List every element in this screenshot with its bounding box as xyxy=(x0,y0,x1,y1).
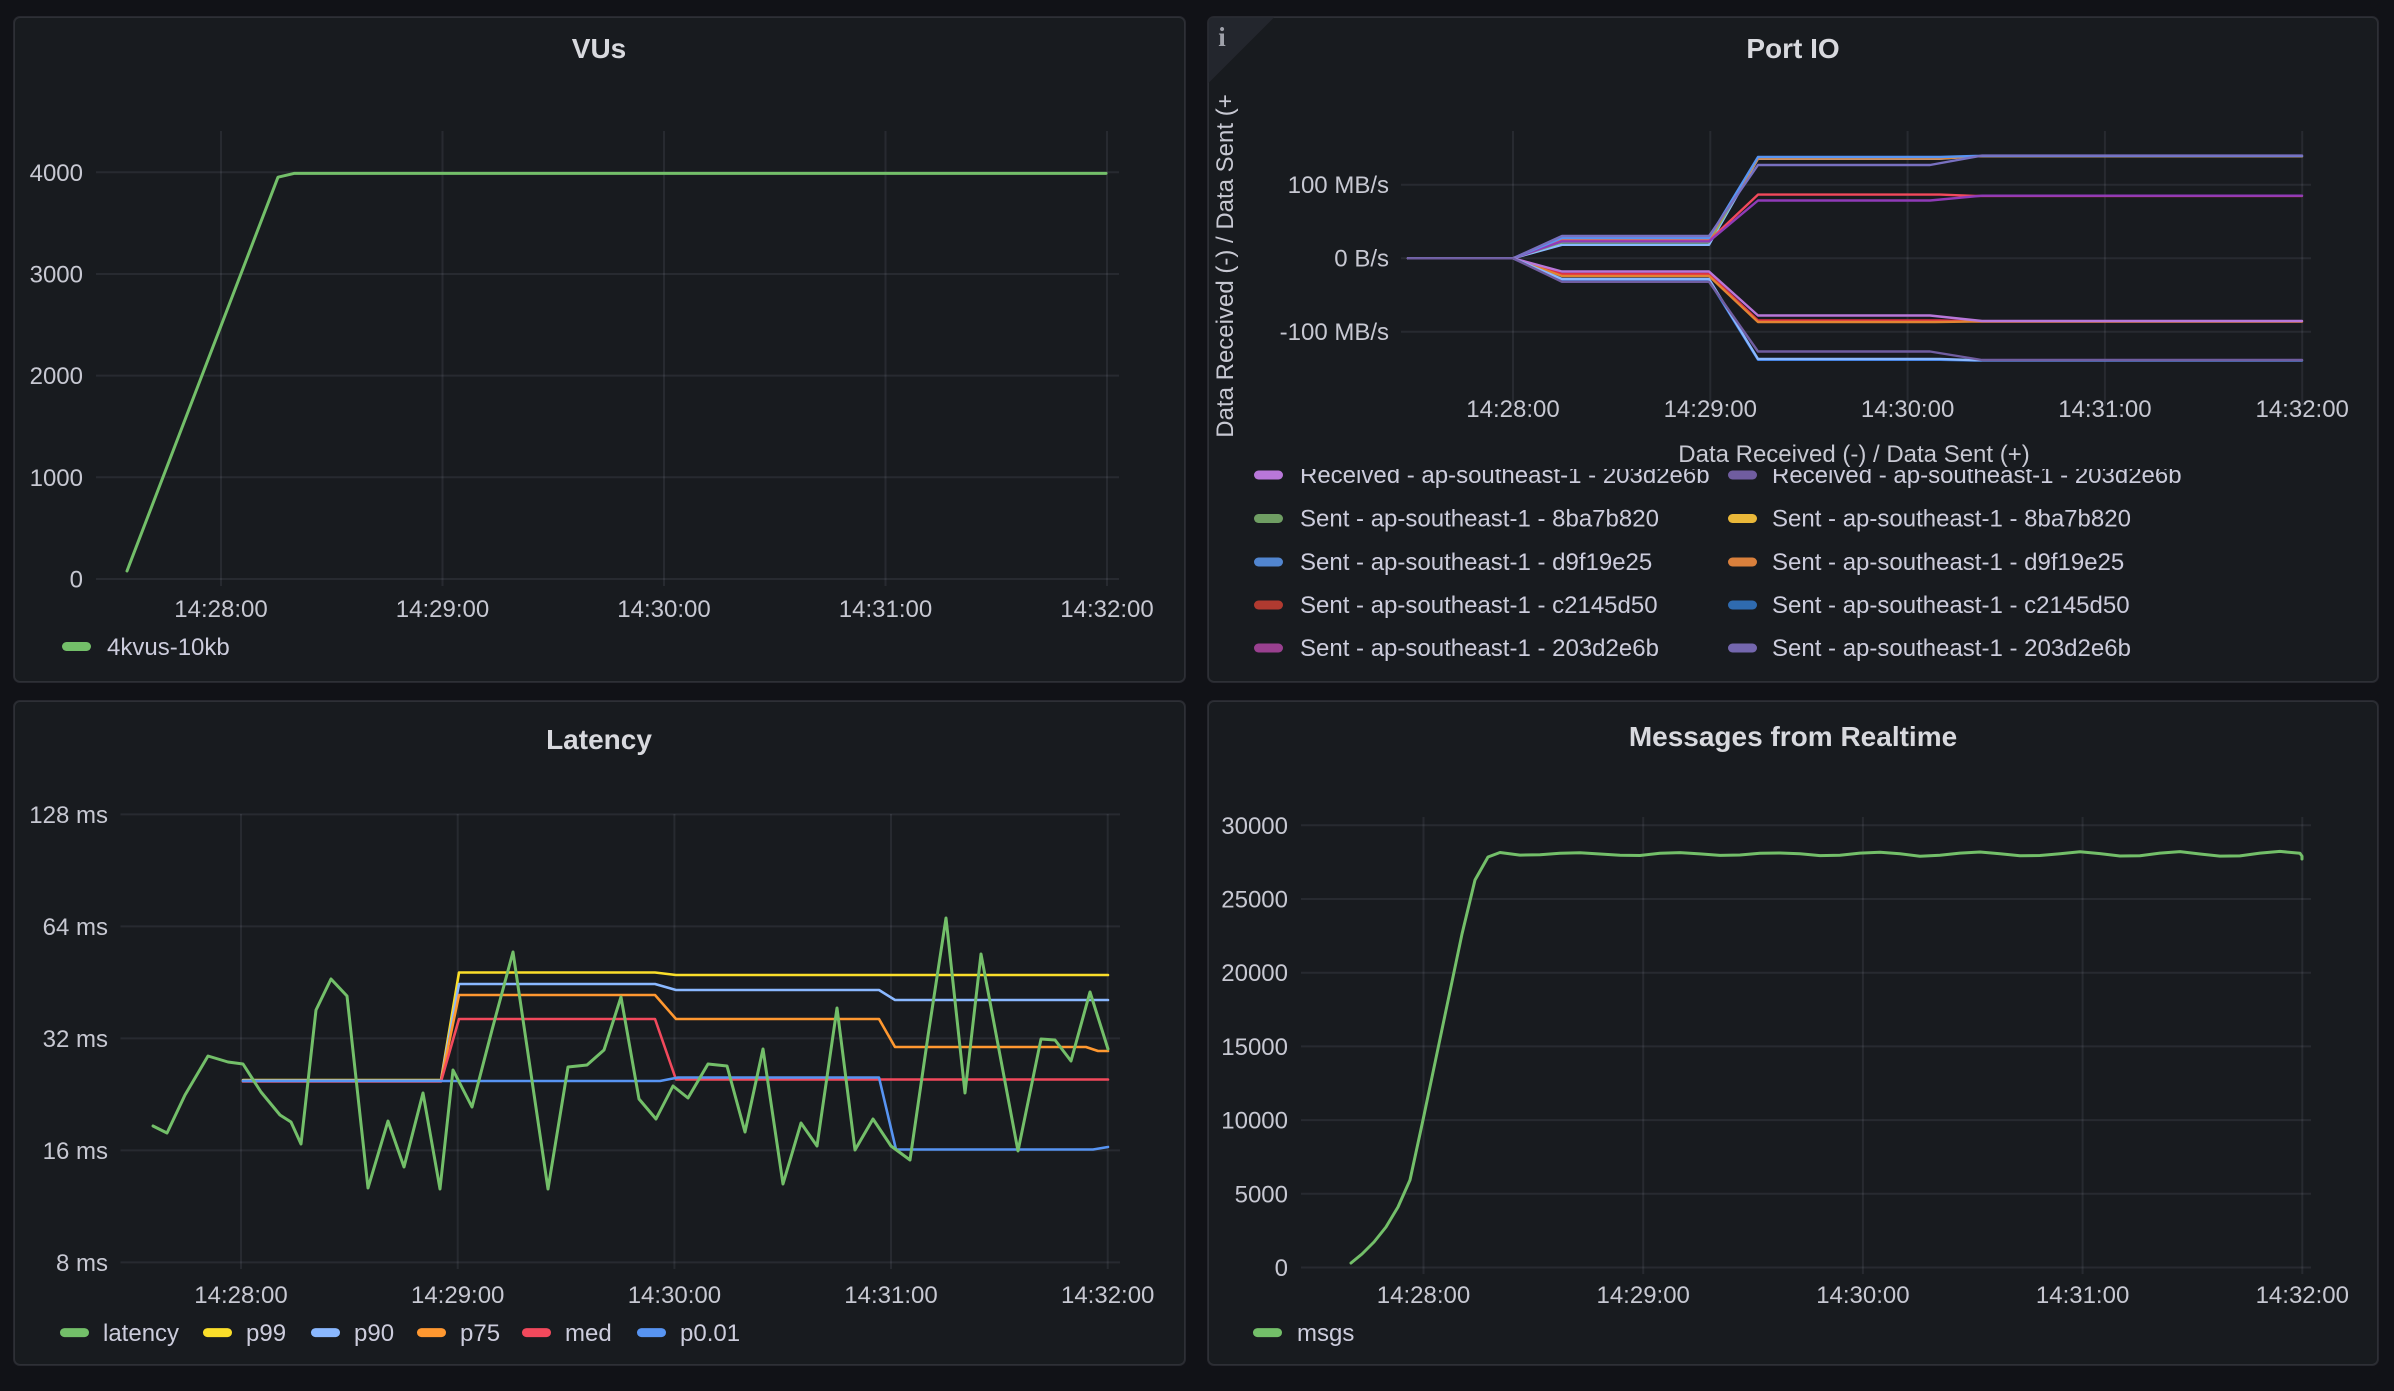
svg-text:14:28:00: 14:28:00 xyxy=(194,1282,287,1309)
svg-text:0: 0 xyxy=(70,567,83,594)
svg-text:Sent - ap-southeast-1 - 8ba7b8: Sent - ap-southeast-1 - 8ba7b820 xyxy=(1300,506,1659,533)
svg-text:Latency: Latency xyxy=(546,724,652,755)
svg-text:Sent - ap-southeast-1 - 203d2e: Sent - ap-southeast-1 - 203d2e6b xyxy=(1300,635,1659,662)
svg-text:14:30:00: 14:30:00 xyxy=(628,1282,721,1309)
svg-text:i: i xyxy=(1218,22,1226,52)
svg-text:14:32:00: 14:32:00 xyxy=(2255,396,2348,423)
svg-text:Data Received (-) / Data Sent: Data Received (-) / Data Sent (+ xyxy=(1212,94,1239,437)
svg-text:64 ms: 64 ms xyxy=(43,914,108,941)
svg-text:14:31:00: 14:31:00 xyxy=(2036,1282,2129,1309)
svg-text:14:28:00: 14:28:00 xyxy=(1466,396,1559,423)
svg-text:Data Received (-) / Data Sent: Data Received (-) / Data Sent (+) xyxy=(1678,441,2029,468)
svg-text:16 ms: 16 ms xyxy=(43,1138,108,1165)
svg-text:14:30:00: 14:30:00 xyxy=(1861,396,1954,423)
svg-text:14:29:00: 14:29:00 xyxy=(396,596,489,623)
svg-text:p0.01: p0.01 xyxy=(680,1320,740,1347)
svg-text:100 MB/s: 100 MB/s xyxy=(1288,172,1389,199)
svg-text:20000: 20000 xyxy=(1221,960,1288,987)
svg-text:15000: 15000 xyxy=(1221,1034,1288,1061)
svg-text:Sent - ap-southeast-1 - 203d2e: Sent - ap-southeast-1 - 203d2e6b xyxy=(1772,635,2131,662)
svg-text:VUs: VUs xyxy=(572,33,626,64)
svg-text:14:29:00: 14:29:00 xyxy=(1596,1282,1689,1309)
svg-text:p99: p99 xyxy=(246,1320,286,1347)
svg-text:14:31:00: 14:31:00 xyxy=(844,1282,937,1309)
svg-text:p90: p90 xyxy=(354,1320,394,1347)
svg-text:10000: 10000 xyxy=(1221,1108,1288,1135)
svg-text:1000: 1000 xyxy=(30,465,83,492)
svg-text:-100 MB/s: -100 MB/s xyxy=(1280,319,1389,346)
svg-text:14:31:00: 14:31:00 xyxy=(2058,396,2151,423)
svg-text:14:31:00: 14:31:00 xyxy=(839,596,932,623)
svg-text:14:30:00: 14:30:00 xyxy=(1816,1282,1909,1309)
svg-text:32 ms: 32 ms xyxy=(43,1026,108,1053)
svg-text:Messages from Realtime: Messages from Realtime xyxy=(1629,721,1957,752)
svg-text:8 ms: 8 ms xyxy=(56,1250,108,1277)
svg-text:msgs: msgs xyxy=(1297,1320,1354,1347)
svg-text:med: med xyxy=(565,1320,612,1347)
svg-text:14:28:00: 14:28:00 xyxy=(1377,1282,1470,1309)
svg-text:4kvus-10kb: 4kvus-10kb xyxy=(107,634,230,661)
svg-text:0: 0 xyxy=(1275,1255,1288,1282)
svg-text:25000: 25000 xyxy=(1221,887,1288,914)
svg-text:Sent - ap-southeast-1 - d9f19e: Sent - ap-southeast-1 - d9f19e25 xyxy=(1772,549,2124,576)
svg-text:30000: 30000 xyxy=(1221,813,1288,840)
svg-text:14:30:00: 14:30:00 xyxy=(617,596,710,623)
svg-text:latency: latency xyxy=(103,1320,179,1347)
svg-text:3000: 3000 xyxy=(30,262,83,289)
svg-text:0 B/s: 0 B/s xyxy=(1334,246,1389,273)
svg-text:14:29:00: 14:29:00 xyxy=(411,1282,504,1309)
svg-text:14:29:00: 14:29:00 xyxy=(1664,396,1757,423)
svg-text:Sent - ap-southeast-1 - c2145d: Sent - ap-southeast-1 - c2145d50 xyxy=(1300,592,1658,619)
svg-text:128 ms: 128 ms xyxy=(29,802,108,829)
svg-text:Port IO: Port IO xyxy=(1746,33,1839,64)
svg-text:Sent - ap-southeast-1 - d9f19e: Sent - ap-southeast-1 - d9f19e25 xyxy=(1300,549,1652,576)
svg-text:2000: 2000 xyxy=(30,363,83,390)
svg-text:14:32:00: 14:32:00 xyxy=(2256,1282,2349,1309)
svg-text:14:32:00: 14:32:00 xyxy=(1060,596,1153,623)
svg-text:14:28:00: 14:28:00 xyxy=(174,596,267,623)
svg-text:Sent - ap-southeast-1 - 8ba7b8: Sent - ap-southeast-1 - 8ba7b820 xyxy=(1772,506,2131,533)
svg-text:5000: 5000 xyxy=(1235,1181,1288,1208)
svg-text:p75: p75 xyxy=(460,1320,500,1347)
svg-text:Sent - ap-southeast-1 - c2145d: Sent - ap-southeast-1 - c2145d50 xyxy=(1772,592,2130,619)
svg-text:4000: 4000 xyxy=(30,160,83,187)
svg-text:14:32:00: 14:32:00 xyxy=(1061,1282,1154,1309)
